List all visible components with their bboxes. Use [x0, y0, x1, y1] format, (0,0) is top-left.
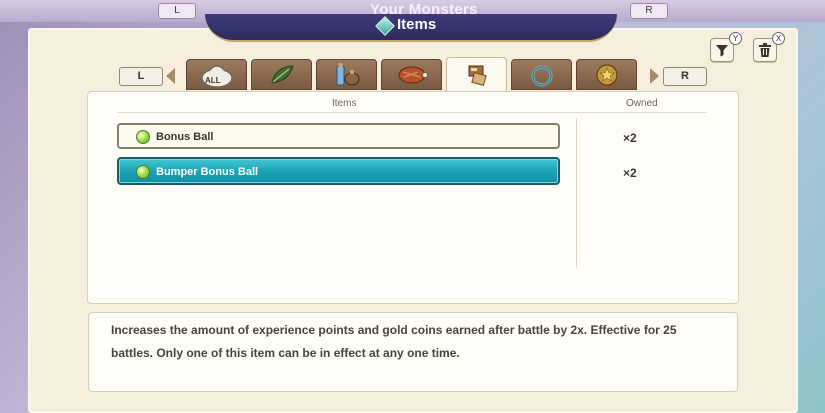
roasted-meat-icon — [398, 66, 428, 83]
background-l-button: L — [158, 3, 196, 19]
tab-right-r-button[interactable]: R — [663, 67, 707, 86]
potion-bottles-icon — [336, 62, 359, 85]
panel-title: Items — [397, 16, 437, 33]
owned-count: ×2 — [623, 131, 637, 145]
scroll-ticket-icon — [468, 65, 487, 86]
item-name: Bonus Ball — [156, 131, 214, 143]
list-item[interactable]: Bonus Ball — [117, 123, 560, 149]
column-header-owned: Owned — [626, 98, 658, 109]
column-header-items: Items — [332, 98, 357, 109]
tab-potions[interactable] — [316, 59, 377, 90]
delete-button-badge: X — [772, 32, 785, 45]
column-divider — [576, 118, 577, 268]
background-r-button: R — [630, 3, 668, 19]
star-medal-icon — [595, 63, 618, 86]
tab-food[interactable] — [381, 59, 442, 90]
tab-left-l-button[interactable]: L — [119, 67, 163, 86]
bumper-bonus-ball-icon — [136, 165, 150, 179]
herb-leaf-icon — [270, 64, 294, 84]
item-description-box: Increases the amount of experience point… — [88, 312, 738, 392]
list-item-selected[interactable]: Bumper Bonus Ball — [117, 157, 560, 185]
tab-left-arrow-icon[interactable] — [166, 68, 175, 84]
tab-herbs[interactable] — [251, 59, 312, 90]
item-description: Increases the amount of experience point… — [111, 323, 677, 360]
tab-valuables[interactable] — [576, 59, 637, 90]
tab-all[interactable]: ALL — [186, 59, 247, 90]
tab-all-label: ALL — [205, 76, 221, 85]
bonus-ball-icon — [136, 130, 150, 144]
ring-accessory-icon — [531, 65, 552, 86]
tab-right-arrow-icon[interactable] — [650, 68, 659, 84]
owned-count: ×2 — [623, 166, 637, 180]
header-divider — [117, 112, 707, 113]
filter-button-badge: Y — [729, 32, 742, 45]
item-name: Bumper Bonus Ball — [156, 166, 259, 178]
tab-special[interactable] — [446, 57, 507, 92]
tab-accessories[interactable] — [511, 59, 572, 90]
